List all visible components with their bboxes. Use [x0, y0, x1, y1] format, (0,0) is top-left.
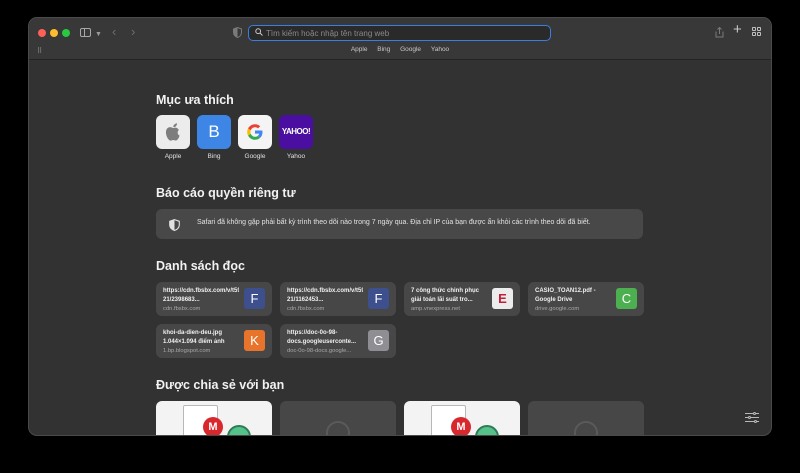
reading-item-domain: 1.bp.blogspot.com: [163, 348, 211, 354]
shared-with-you-title: Được chia sẻ với bạn: [156, 378, 285, 392]
compass-icon: [326, 421, 350, 435]
tab-overview-icon[interactable]: [752, 27, 762, 37]
close-window-button[interactable]: [38, 29, 46, 37]
privacy-report-card[interactable]: Safari đã không gặp phải bất kỳ trình th…: [156, 209, 643, 239]
yahoo-tile: YAHOO!: [279, 115, 313, 149]
reading-item-thumbnail: G: [368, 330, 389, 351]
badge-icon: [227, 425, 251, 435]
mega-logo-icon: M: [203, 417, 223, 435]
minimize-window-button[interactable]: [50, 29, 58, 37]
customize-start-page-icon[interactable]: [745, 412, 759, 424]
forward-icon[interactable]: ›: [131, 25, 135, 38]
reading-item-domain: cdn.fbsbx.com: [287, 306, 325, 312]
reading-list-title: Danh sách đọc: [156, 259, 245, 273]
favorite-label: Google: [244, 153, 266, 160]
shield-icon: [169, 218, 180, 236]
new-tab-icon[interactable]: +: [733, 22, 742, 37]
shared-item[interactable]: [280, 401, 396, 435]
reading-item-thumbnail: F: [244, 288, 265, 309]
address-bar[interactable]: [248, 25, 551, 41]
reading-item-title: https://doc-0o-98-docs.googleuserconte..…: [287, 330, 357, 345]
search-input[interactable]: [266, 27, 546, 39]
bookmark-google[interactable]: Google: [400, 46, 421, 53]
mega-logo-icon: M: [451, 417, 471, 435]
reading-item-title: khoi-da-dien-deu.jpg 1.044×1.094 điểm ản…: [163, 330, 225, 345]
reading-item-thumbnail: F: [368, 288, 389, 309]
favorite-apple[interactable]: Apple: [156, 115, 190, 160]
browser-window: ▼ ‹ › + ⠿ Apple Bing Google Yahoo Mục ưa…: [29, 18, 771, 435]
bookmark-bing[interactable]: Bing: [377, 46, 390, 53]
privacy-report-text: Safari đã không gặp phải bất kỳ trình th…: [197, 219, 591, 226]
chevron-down-icon[interactable]: ▼: [95, 29, 102, 40]
apple-logo-icon: [156, 115, 190, 149]
bookmark-yahoo[interactable]: Yahoo: [431, 46, 449, 53]
back-icon[interactable]: ‹: [112, 25, 116, 38]
reading-item-domain: amp.vnexpress.net: [411, 306, 460, 312]
reading-item-title: CASIO_TOAN12.pdf - Google Drive: [535, 288, 596, 303]
bookmark-apple[interactable]: Apple: [351, 46, 368, 53]
reading-list-item[interactable]: https://doc-0o-98-docs.googleuserconte..…: [280, 324, 396, 358]
reading-item-thumbnail: E: [492, 288, 513, 309]
favorite-yahoo[interactable]: YAHOO! Yahoo: [279, 115, 313, 160]
favorite-label: Apple: [164, 153, 182, 160]
reading-item-domain: drive.google.com: [535, 306, 580, 312]
favorites-title: Mục ưa thích: [156, 93, 234, 107]
reading-list-item[interactable]: https://cdn.fbsbx.com/v/t59.2708-21/1162…: [280, 282, 396, 316]
reading-item-domain: cdn.fbsbx.com: [163, 306, 201, 312]
reading-list-item[interactable]: khoi-da-dien-deu.jpg 1.044×1.094 điểm ản…: [156, 324, 272, 358]
sidebar-icon[interactable]: [80, 28, 91, 37]
shared-item[interactable]: [528, 401, 644, 435]
search-icon: [255, 28, 263, 38]
badge-icon: [475, 425, 499, 435]
reading-list-item[interactable]: CASIO_TOAN12.pdf - Google Drive drive.go…: [528, 282, 644, 316]
favorite-label: Yahoo: [286, 153, 306, 160]
reading-item-thumbnail: K: [244, 330, 265, 351]
privacy-report-title: Báo cáo quyền riêng tư: [156, 186, 296, 200]
shared-item[interactable]: M: [404, 401, 520, 435]
reading-item-thumbnail: C: [616, 288, 637, 309]
reading-item-title: https://cdn.fbsbx.com/v/t59.2708-21/1162…: [287, 288, 363, 303]
reading-item-title: 7 công thức chinh phục giải toán lãi suấ…: [411, 288, 480, 303]
favorite-bing[interactable]: B Bing: [197, 115, 231, 160]
privacy-shield-icon[interactable]: [233, 26, 242, 39]
favorite-label: Bing: [207, 153, 221, 160]
compass-icon: [574, 421, 598, 435]
reading-list-item[interactable]: https://cdn.fbsbx.com/v/t59.2708-21/2398…: [156, 282, 272, 316]
maximize-window-button[interactable]: [62, 29, 70, 37]
reading-list-item[interactable]: 7 công thức chinh phục giải toán lãi suấ…: [404, 282, 520, 316]
shared-item[interactable]: M: [156, 401, 272, 435]
favorite-google[interactable]: Google: [238, 115, 272, 160]
reading-item-domain: doc-0o-98-docs.google...: [287, 348, 352, 354]
google-logo-icon: [238, 115, 272, 149]
bing-tile: B: [197, 115, 231, 149]
bookmarks-bar: Apple Bing Google Yahoo: [29, 46, 771, 53]
reading-item-title: https://cdn.fbsbx.com/v/t59.2708-21/2398…: [163, 288, 239, 303]
share-icon[interactable]: [715, 26, 724, 41]
toolbar: ▼ ‹ › + ⠿ Apple Bing Google Yahoo: [29, 18, 771, 60]
